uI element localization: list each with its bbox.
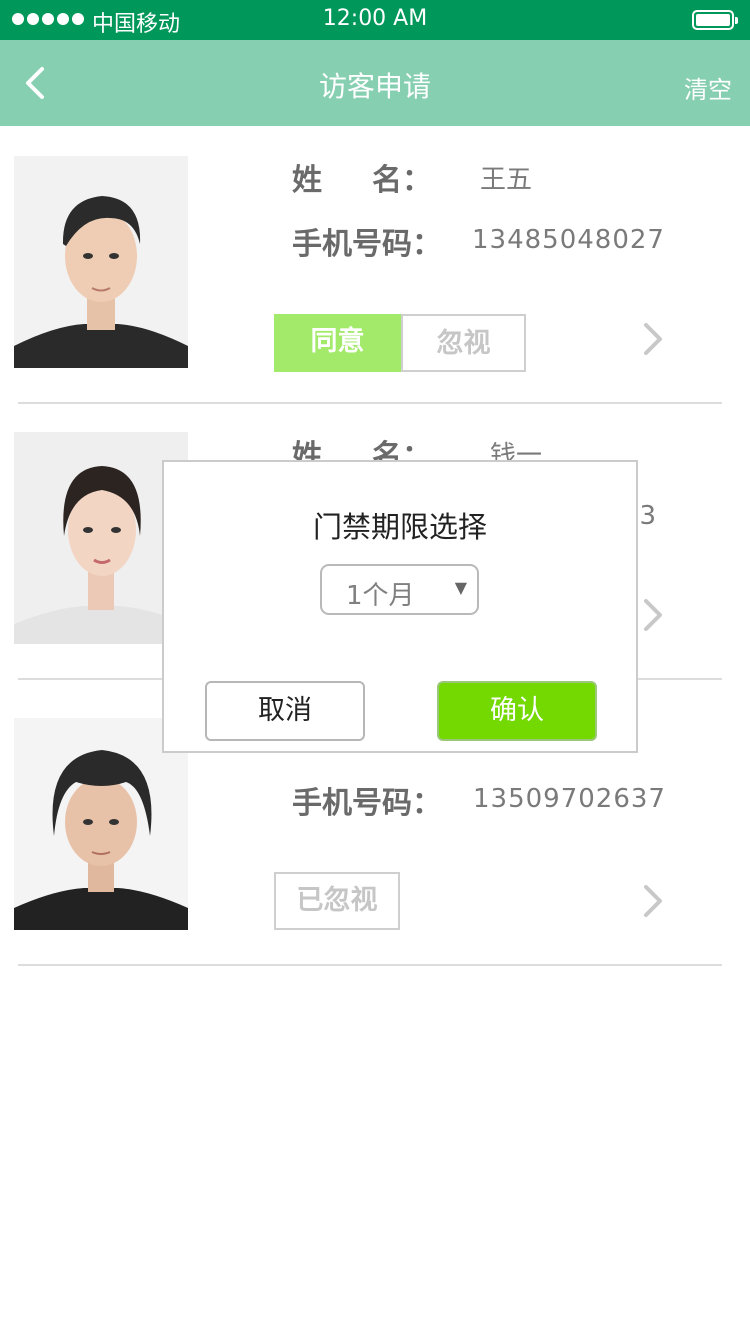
chevron-right-icon[interactable] [640, 597, 666, 633]
phone-label: 手机号码： [292, 786, 442, 821]
cancel-button[interactable]: 取消 [205, 681, 365, 741]
status-bar: 中国移动 12:00 AM [0, 0, 750, 40]
dialog-title: 门禁期限选择 [312, 510, 487, 544]
period-select-value: 1个月 [346, 581, 415, 611]
chevron-right-icon[interactable] [640, 321, 666, 357]
visitor-phone: 13485048027 [472, 225, 665, 255]
dropdown-arrow-icon: ▼ [454, 578, 467, 597]
phone-label: 手机号码： [292, 227, 442, 262]
agree-button[interactable]: 同意 [274, 314, 401, 372]
divider [18, 964, 722, 966]
ignored-status-badge: 已忽视 [274, 872, 400, 930]
battery-icon [692, 10, 738, 30]
name-label: 姓 名： [292, 163, 432, 198]
ignore-button[interactable]: 忽视 [401, 314, 526, 372]
page-title: 访客申请 [318, 70, 431, 103]
visitor-photo [14, 156, 188, 368]
nav-bar: 访客申请 清空 [0, 40, 750, 126]
period-select[interactable]: 1个月 ▼ [320, 564, 479, 615]
chevron-right-icon[interactable] [640, 883, 666, 919]
access-period-dialog: 门禁期限选择 1个月 ▼ 取消 确认 [162, 460, 638, 753]
visitor-name: 王五 [480, 165, 533, 195]
list-item[interactable]: 姓 名： 王五 手机号码： 13485048027 同意 忽视 [0, 126, 750, 404]
confirm-button[interactable]: 确认 [437, 681, 597, 741]
visitor-phone: 13509702637 [473, 784, 666, 814]
status-time: 12:00 AM [322, 6, 428, 31]
clear-button[interactable]: 清空 [684, 70, 732, 105]
